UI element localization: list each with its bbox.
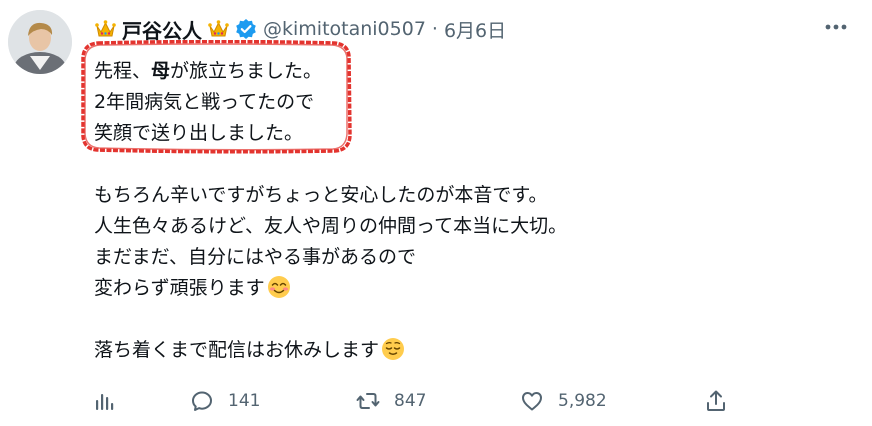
avatar[interactable]: [8, 10, 72, 74]
crown-icon: [208, 20, 229, 37]
more-dots-icon: [825, 24, 847, 30]
bold-word: 母: [151, 60, 171, 82]
handle[interactable]: @kimitotani0507: [263, 18, 426, 40]
views-button[interactable]: [92, 386, 116, 416]
reply-button[interactable]: 141: [190, 386, 260, 416]
verified-badge-icon[interactable]: [235, 18, 257, 40]
action-bar: 141 847 5,982: [92, 386, 742, 416]
separator-dot: ·: [431, 18, 438, 40]
smiling-face-emoji-icon: [267, 276, 290, 298]
retweet-icon: [356, 393, 380, 409]
tweet-line: 人生色々あるけど、友人や周りの仲間って本当に大切。: [94, 215, 568, 237]
reply-bubble-icon: [192, 391, 212, 411]
tweet-line: 笑顔で送り出しました。: [94, 122, 304, 144]
display-name[interactable]: 戸谷公人: [122, 15, 202, 44]
tweet-line: もちろん辛いですがちょっと安心したのが本音です。: [94, 184, 548, 206]
tweet-line: 落ち着くまで配信はお休みします: [94, 335, 834, 366]
reply-count: 141: [228, 391, 261, 411]
crown-icon: [95, 20, 116, 37]
like-count: 5,982: [558, 391, 607, 411]
tweet-text: 先程、母が旅立ちました。 2年間病気と戦ってたので 笑顔で送り出しました。 もち…: [94, 56, 834, 366]
like-button[interactable]: 5,982: [520, 386, 607, 416]
heart-icon: [522, 392, 542, 411]
share-button[interactable]: [704, 386, 728, 416]
tweet-date[interactable]: 6月6日: [444, 16, 506, 43]
tweet-line: まだまだ、自分にはやる事があるので: [94, 246, 417, 268]
retweet-button[interactable]: 847: [356, 386, 426, 416]
bar-chart-icon: [96, 394, 114, 410]
share-icon: [707, 390, 725, 411]
tweet-line: 変わらず頑張ります: [94, 273, 834, 304]
tweet-header: 戸谷公人 @kimitotani0507 · 6月6日: [95, 12, 506, 46]
tweet-line: 先程、母が旅立ちました。: [94, 60, 323, 82]
retweet-count: 847: [394, 391, 427, 411]
tweet-card: 戸谷公人 @kimitotani0507 · 6月6日 先程、母が旅立ちました。…: [0, 0, 872, 426]
tweet-line: 2年間病気と戦ってたので: [94, 91, 315, 113]
more-options-button[interactable]: [818, 12, 854, 42]
relieved-face-emoji-icon: [382, 338, 405, 360]
avatar-photo: [8, 10, 72, 74]
